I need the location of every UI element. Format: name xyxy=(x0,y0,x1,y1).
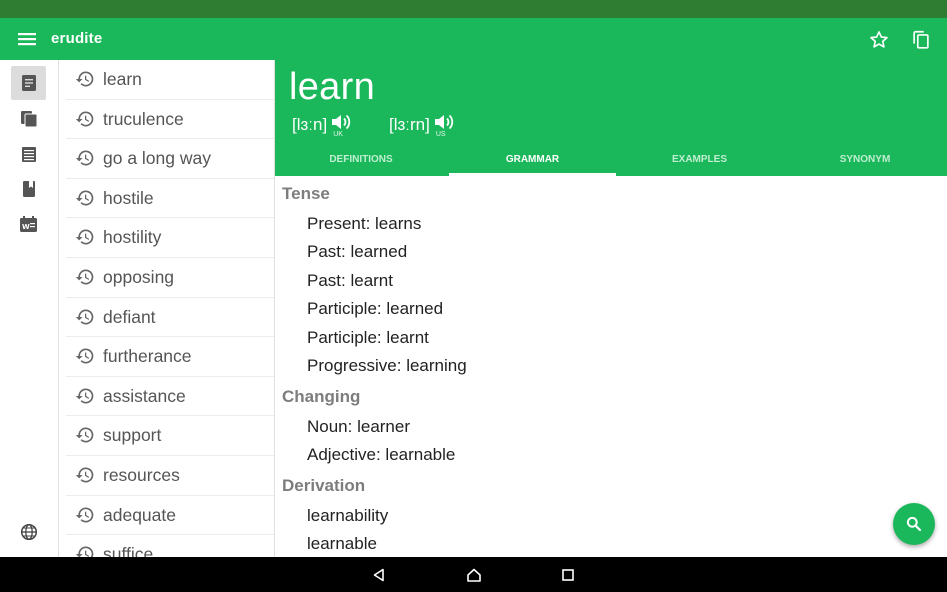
history-icon xyxy=(75,109,95,129)
copy-icon[interactable] xyxy=(910,29,932,51)
grammar-line: Noun: learner xyxy=(307,417,411,436)
history-icon xyxy=(75,465,95,485)
history-icon xyxy=(75,307,95,327)
region-label: UK xyxy=(333,131,343,138)
history-item-label: defiant xyxy=(103,306,156,327)
section-title-derivation: Derivation xyxy=(282,476,366,495)
history-icon xyxy=(75,425,95,445)
history-item-label: learn xyxy=(103,69,142,89)
history-item-label: furtherance xyxy=(103,346,192,367)
grammar-line: Progressive: learning xyxy=(307,356,467,375)
section-title-changing: Changing xyxy=(282,387,361,406)
history-list: learn truculence go a long way hostile hosti… xyxy=(59,60,275,557)
history-item-label: support xyxy=(103,425,162,446)
tab-examples[interactable]: EXAMPLES xyxy=(616,148,783,176)
grammar-line: Past: learnt xyxy=(307,271,393,290)
history-item[interactable]: suffice xyxy=(66,535,274,557)
history-icon xyxy=(75,69,95,89)
pronunciation-uk-ipa: [lɜːn] xyxy=(292,115,328,134)
menu-icon[interactable] xyxy=(14,28,40,50)
history-item-label: adequate xyxy=(103,504,176,525)
history-item[interactable]: go a long way xyxy=(66,139,274,179)
system-navigation-bar xyxy=(0,557,947,592)
history-item-label: truculence xyxy=(103,108,184,129)
section-title-tense: Tense xyxy=(282,184,330,203)
history-item[interactable]: opposing xyxy=(66,258,274,298)
grammar-content: Tense Present: learns Past: learned Past… xyxy=(275,176,947,557)
history-item[interactable]: resources xyxy=(66,456,274,496)
history-item[interactable]: truculence xyxy=(66,100,274,140)
history-icon xyxy=(75,544,95,557)
documents-stack-icon[interactable] xyxy=(11,102,46,136)
tab-synonym[interactable]: SYNONYM xyxy=(783,148,947,176)
history-item[interactable]: hostility xyxy=(66,218,274,258)
grammar-line: Present: learns xyxy=(307,214,422,233)
tab-grammar[interactable]: GRAMMAR xyxy=(449,148,616,176)
search-icon xyxy=(906,516,922,532)
history-icon xyxy=(75,267,95,287)
history-icon xyxy=(75,227,95,247)
grammar-line: learnable xyxy=(307,534,377,553)
star-outline-icon[interactable] xyxy=(868,29,890,51)
list-article-icon[interactable] xyxy=(11,137,46,171)
grammar-line: Participle: learned xyxy=(307,299,444,318)
region-label: US xyxy=(435,131,446,138)
book-icon[interactable] xyxy=(11,172,46,206)
recents-icon[interactable] xyxy=(558,565,578,585)
svg-text:W: W xyxy=(22,223,30,231)
history-item-label: hostility xyxy=(103,227,162,248)
search-button[interactable] xyxy=(893,503,935,545)
history-item-label: opposing xyxy=(103,266,175,287)
app-title: erudite xyxy=(51,30,103,47)
history-item-label: go a long way xyxy=(103,148,211,169)
home-icon[interactable] xyxy=(464,565,484,585)
history-item[interactable]: support xyxy=(66,416,274,456)
history-item-label: suffice xyxy=(103,544,154,557)
grammar-line: Adjective: learnable xyxy=(307,445,456,464)
pronunciation-us-ipa: [lɜːrn] xyxy=(389,115,430,134)
history-icon xyxy=(75,188,95,208)
history-item[interactable]: adequate xyxy=(66,496,274,536)
tab-bar: DEFINITIONS GRAMMAR EXAMPLES SYNONYM xyxy=(275,148,947,176)
speaker-icon[interactable]: UK xyxy=(330,112,352,142)
history-item[interactable]: learn xyxy=(66,60,274,100)
pronunciation-uk[interactable]: [lɜːn] UK xyxy=(292,112,352,142)
status-bar xyxy=(0,0,947,18)
headword: learn xyxy=(289,66,375,108)
back-icon[interactable] xyxy=(369,565,389,585)
history-item-label: assistance xyxy=(103,385,186,406)
history-icon xyxy=(75,148,95,168)
globe-icon[interactable] xyxy=(11,515,46,549)
history-icon xyxy=(75,505,95,525)
history-icon xyxy=(75,346,95,366)
history-item[interactable]: defiant xyxy=(66,298,274,338)
grammar-line: Past: learned xyxy=(307,242,408,261)
history-item[interactable]: furtherance xyxy=(66,337,274,377)
history-item[interactable]: hostile xyxy=(66,179,274,219)
history-item[interactable]: assistance xyxy=(66,377,274,417)
document-icon[interactable] xyxy=(11,66,46,100)
tab-definitions[interactable]: DEFINITIONS xyxy=(281,148,441,176)
history-icon xyxy=(75,386,95,406)
app-bar: erudite xyxy=(0,18,947,60)
word-header: learn [lɜːn] UK [lɜːrn] US DEFINITIONS G… xyxy=(275,60,947,176)
history-item-label: resources xyxy=(103,464,180,485)
navigation-rail: W xyxy=(0,60,59,557)
calendar-word-icon[interactable]: W xyxy=(11,207,46,241)
grammar-line: learnability xyxy=(307,506,389,525)
grammar-line: Participle: learnt xyxy=(307,328,429,347)
history-item-label: hostile xyxy=(103,187,154,208)
pronunciation-us[interactable]: [lɜːrn] US xyxy=(389,112,455,142)
speaker-icon[interactable]: US xyxy=(433,112,455,142)
